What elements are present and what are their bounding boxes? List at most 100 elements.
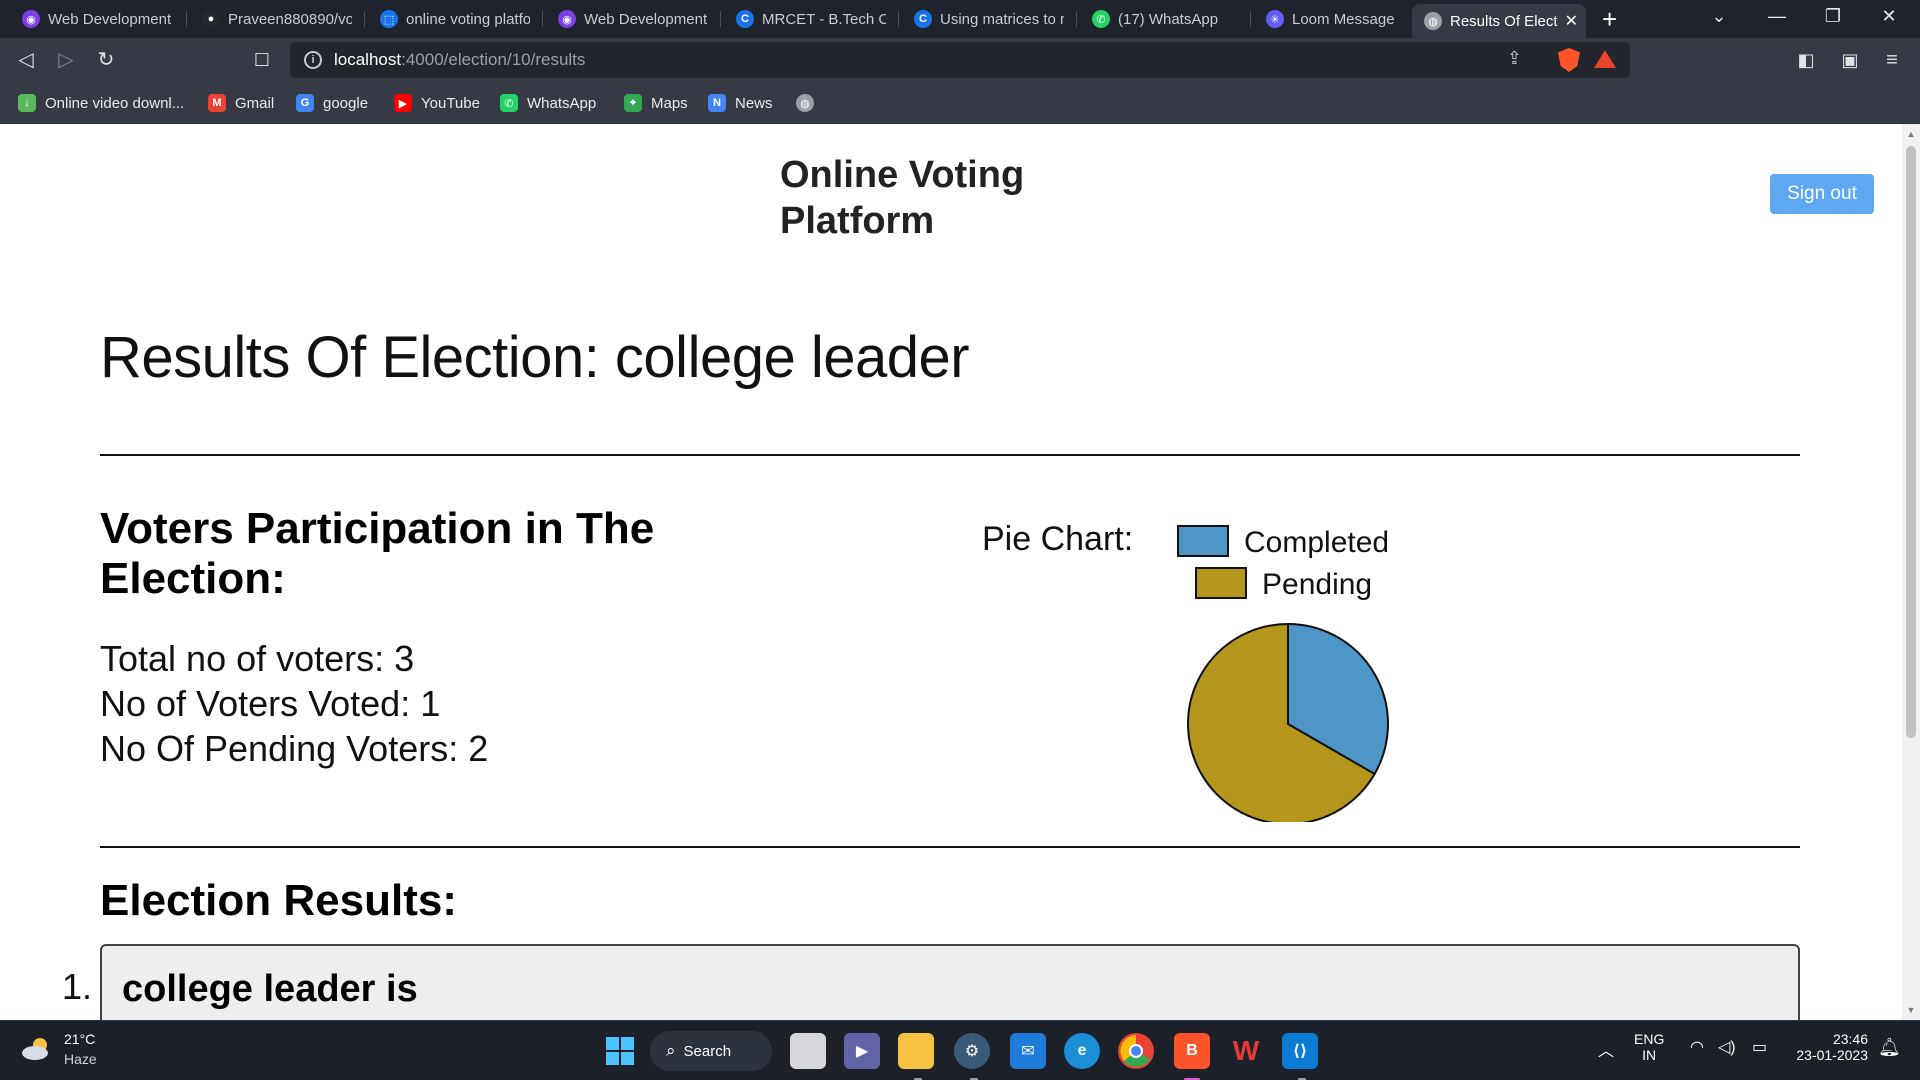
browser-tab[interactable]: ◉ Web Development [10,4,180,34]
tab-title: MRCET - B.Tech CSE [762,10,886,28]
bookmark-item[interactable]: M Gmail [208,92,274,114]
chevron-up-icon[interactable]: ︿ [1598,1037,1614,1061]
participation-heading: Voters Participation in The Election: [100,504,655,603]
start-icon[interactable] [602,1033,638,1069]
tab-separator [898,11,899,27]
tab-active[interactable]: ◍ Results Of Elect ✕ [1412,4,1586,38]
pie-chart-label: Pie Chart: [982,520,1133,558]
browser-tab[interactable]: ✳ Loom Message - 23 [1254,4,1404,34]
total-voters-text: Total no of voters: 3 [100,638,415,679]
browser-tab-strip: ◉ Web Development ● Praveen880890/voti ⬚ onli… [0,0,1920,38]
bookmark-item[interactable]: ⌖ Maps [624,92,688,114]
globe-icon: ◍ [1424,12,1442,30]
brand-line-2: Platform [780,200,935,242]
mail-icon[interactable]: ✉ [1010,1033,1046,1069]
legend-swatch-completed[interactable] [1177,525,1229,557]
page-title: Results Of Election: college leader [100,325,970,390]
brave-browser-icon[interactable]: B [1174,1033,1210,1069]
browser-tab[interactable]: ◉ Web Development [546,4,716,34]
sidebar-icon[interactable]: ◧ [1792,46,1820,74]
tab-search-chevron-icon[interactable]: ⌄ [1704,6,1734,27]
bookmark-label: Gmail [235,94,275,112]
wallet-icon[interactable]: ▣ [1836,46,1864,74]
address-bar[interactable]: i localhost:4000/election/10/results ⇪ [290,42,1630,78]
taskbar-search[interactable]: ⌕ Search [650,1031,772,1071]
notification-icon[interactable]: 🔔︎ [1878,1037,1901,1058]
bookmark-label: google [323,94,369,112]
battery-icon[interactable]: ▭ [1752,1037,1767,1057]
bookmark-item[interactable]: ↓ Online video downl... [18,92,184,114]
teams-icon[interactable]: ▶ [844,1033,880,1069]
tab-separator [1076,11,1077,27]
back-icon[interactable]: ◁ [12,46,40,74]
browser-tab[interactable]: ✆ (17) WhatsApp [1080,4,1246,34]
tab-title: (17) WhatsApp [1118,10,1219,28]
result-card: college leader is [100,944,1800,1020]
tab-title: Loom Message - 23 [1292,10,1396,28]
brave-rewards-icon[interactable] [1594,50,1616,68]
tab-title: Web Development [584,10,708,28]
task-view-icon[interactable] [790,1033,826,1069]
wps-office-icon[interactable]: W [1228,1033,1264,1069]
bookmark-item[interactable]: ▶ YouTube [394,92,480,114]
minimize-icon[interactable]: — [1762,6,1792,27]
legend-swatch-pending[interactable] [1195,567,1247,599]
windows-taskbar: 21°C Haze ⌕ Search ▶ ⚙ ✉ e B W ⟨⟩ ︿ ENG I… [0,1020,1920,1080]
close-window-icon[interactable]: ✕ [1874,6,1904,27]
file-explorer-icon[interactable] [898,1033,934,1069]
legend-label-completed: Completed [1244,526,1389,559]
close-tab-icon[interactable]: ✕ [1559,11,1578,31]
volume-icon[interactable]: ◁) [1718,1037,1736,1057]
bookmark-item[interactable]: ◍ [796,92,823,114]
bookmark-item[interactable]: N News [708,92,773,114]
c-logo-icon: C [736,10,754,28]
browser-toolbar: ◁ ▷ ↻ ☐ i localhost:4000/election/10/res… [0,38,1920,82]
tab-separator [364,11,365,27]
browser-tab[interactable]: ⬚ online voting platfo [368,4,538,34]
bookmark-label: News [735,94,773,112]
forward-icon[interactable]: ▷ [52,46,80,74]
settings-gear-icon[interactable]: ⚙ [954,1033,990,1069]
dashed-square-icon: ⬚ [380,10,398,28]
edge-icon[interactable]: e [1064,1033,1100,1069]
browser-tab[interactable]: C MRCET - B.Tech CSE [724,4,894,34]
restore-icon[interactable]: ❐ [1818,6,1848,27]
results-heading: Election Results: [100,876,457,925]
bookmark-item[interactable]: ✆ WhatsApp [500,92,596,114]
tab-separator [542,11,543,27]
menu-icon[interactable]: ≡ [1878,46,1906,74]
circle-logo-icon: ◉ [558,10,576,28]
browser-tab[interactable]: C Using matrices to m [902,4,1072,34]
result-number: 1. [62,966,93,1007]
lang-line-2: IN [1642,1047,1657,1063]
legend-label-pending: Pending [1262,568,1372,601]
wifi-icon[interactable]: ◠ [1690,1037,1704,1057]
divider-bottom [100,846,1800,848]
site-brand[interactable]: Online Voting Platform [780,152,1024,244]
tab-separator [720,11,721,27]
url-text[interactable]: localhost:4000/election/10/results [334,50,585,70]
chrome-icon[interactable] [1118,1033,1154,1069]
new-tab-icon[interactable]: + [1602,5,1617,33]
scroll-up-icon[interactable]: ▲ [1906,129,1916,139]
brave-shields-icon[interactable] [1558,48,1580,72]
scrollbar-thumb[interactable] [1906,146,1916,738]
scroll-down-icon[interactable]: ▼ [1906,1005,1916,1015]
vscode-icon[interactable]: ⟨⟩ [1282,1033,1318,1069]
browser-tab[interactable]: ● Praveen880890/voti [190,4,360,34]
tab-title: Web Development [48,10,172,28]
share-icon[interactable]: ⇪ [1507,48,1522,69]
bookmark-icon[interactable]: ☐ [248,46,276,74]
clock[interactable]: 23:46 23-01-2023 [1788,1031,1868,1063]
bookmark-label: WhatsApp [527,94,597,112]
tab-title: Results Of Elect [1450,12,1558,30]
google-icon: G [296,94,314,112]
page-scrollbar[interactable]: ▲ ▼ [1902,124,1920,1020]
tab-separator [186,11,187,27]
site-info-icon[interactable]: i [304,51,322,69]
bookmark-item[interactable]: Ggoogle [296,92,368,114]
language-indicator[interactable]: ENG IN [1634,1031,1664,1063]
weather-icon[interactable] [20,1033,54,1063]
sign-out-button[interactable]: Sign out [1770,174,1874,214]
reload-icon[interactable]: ↻ [92,46,120,74]
